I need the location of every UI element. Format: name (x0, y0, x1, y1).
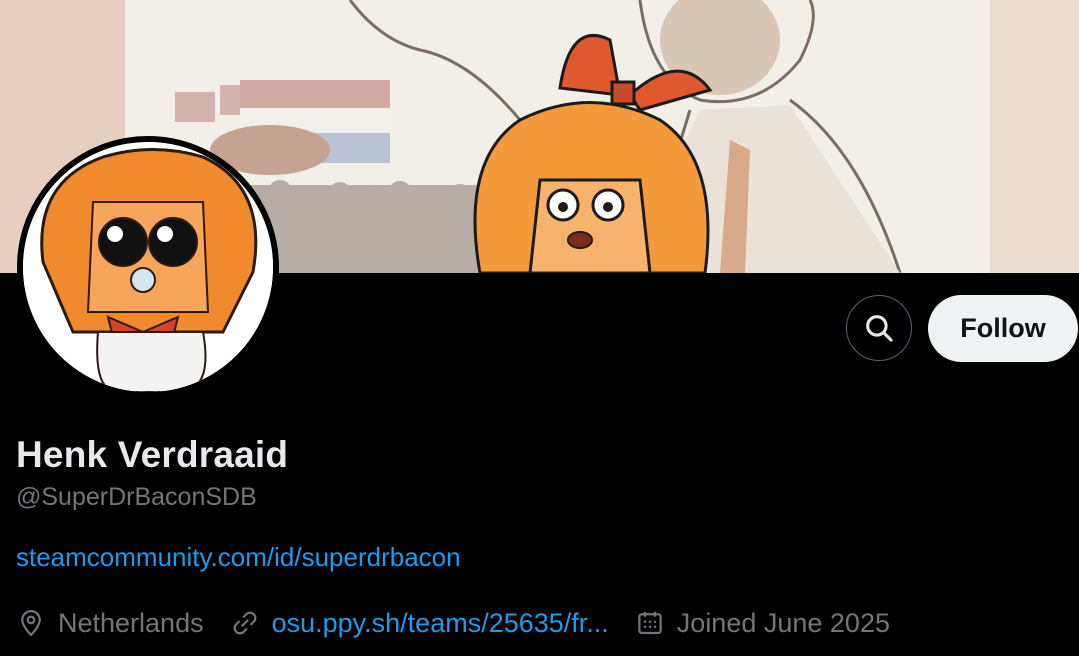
display-name: Henk Verdraaid (16, 434, 289, 475)
location-text: Netherlands (58, 607, 204, 638)
joined-item: Joined June 2025 (635, 608, 890, 639)
bio-link[interactable]: steamcommunity.com/id/superdrbacon (16, 542, 461, 573)
website-item[interactable]: osu.ppy.sh/teams/25635/fr... (230, 608, 609, 639)
profile-meta: Netherlands osu.ppy.sh/teams/25635/fr...… (16, 604, 916, 642)
calendar-icon (638, 611, 662, 635)
search-button[interactable] (846, 295, 912, 361)
link-icon (233, 611, 256, 635)
profile-avatar[interactable] (17, 136, 279, 398)
search-icon (866, 315, 893, 342)
location-pin-icon (21, 609, 41, 637)
follow-button[interactable]: Follow (928, 295, 1078, 362)
avatar-image (23, 142, 273, 392)
location-item: Netherlands (16, 608, 204, 639)
joined-text: Joined June 2025 (676, 607, 890, 638)
user-handle: @SuperDrBaconSDB (16, 483, 257, 511)
website-link[interactable]: osu.ppy.sh/teams/25635/fr... (272, 608, 609, 639)
